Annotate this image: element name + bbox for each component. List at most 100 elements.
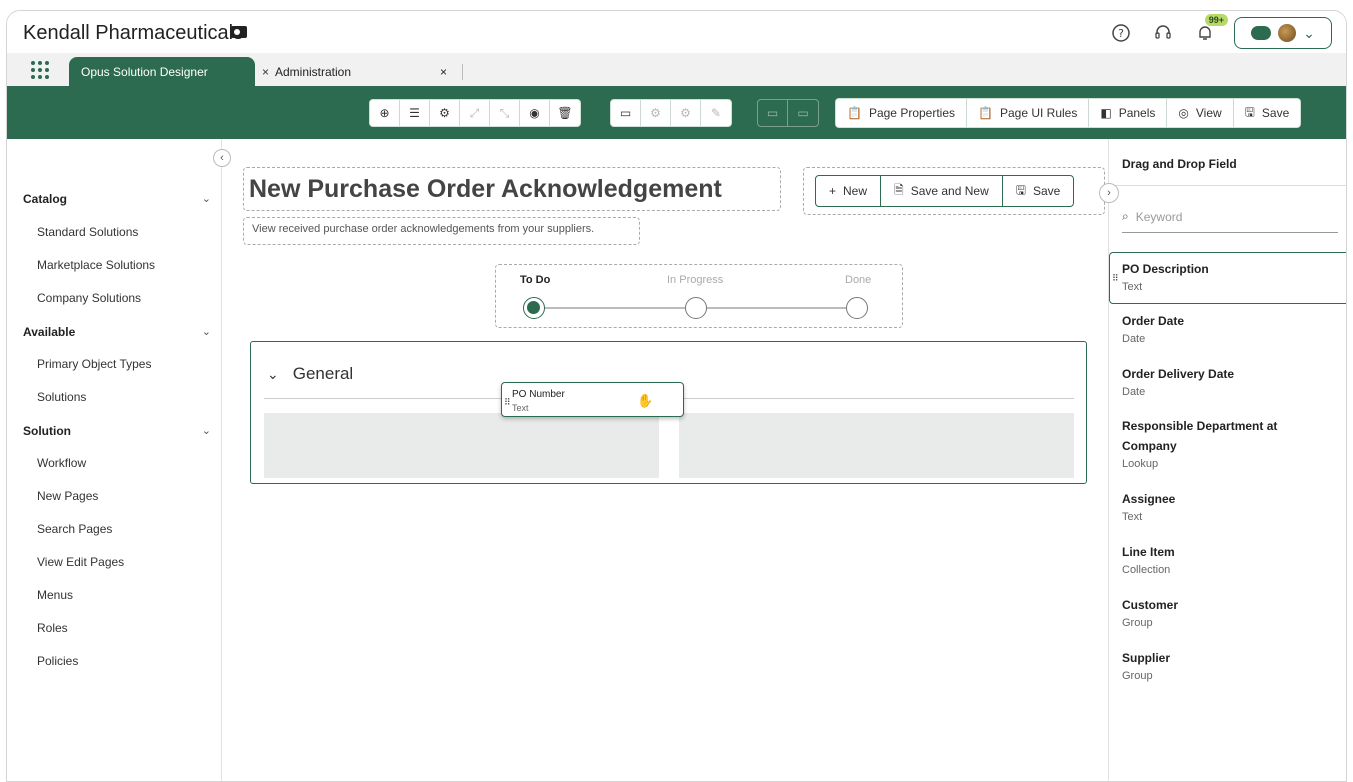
- field-type: Date: [1122, 333, 1146, 345]
- step-dot-done[interactable]: [846, 297, 868, 319]
- notification-bell-icon[interactable]: 99+: [1192, 14, 1228, 46]
- field-slot-right[interactable]: [679, 413, 1074, 478]
- nav-item-standard-solutions[interactable]: Standard Solutions: [37, 225, 138, 239]
- button-label: Page UI Rules: [999, 106, 1078, 120]
- nav-item-workflow[interactable]: Workflow: [37, 456, 86, 470]
- save-button[interactable]: 🖫 Save: [1234, 99, 1301, 127]
- nav-item-solutions[interactable]: Solutions: [37, 390, 86, 404]
- section-header[interactable]: ⌄ General: [267, 364, 353, 384]
- support-headset-icon[interactable]: [1150, 20, 1176, 46]
- help-icon[interactable]: ?: [1108, 20, 1134, 46]
- field-type: Lookup: [1122, 458, 1159, 470]
- save-page-button[interactable]: 🖫 Save: [1003, 176, 1074, 206]
- step-dot-in-progress[interactable]: [685, 297, 707, 319]
- nav-item-menus[interactable]: Menus: [37, 588, 73, 602]
- profile-menu-button[interactable]: ⌄: [1234, 17, 1332, 49]
- add-section-icon[interactable]: ⊕: [370, 100, 400, 126]
- field-type: Group: [1122, 670, 1153, 682]
- dragging-field-card[interactable]: ⠿ PO Number Text ✋: [501, 382, 684, 417]
- nav-item-marketplace-solutions[interactable]: Marketplace Solutions: [37, 258, 155, 272]
- field-name: Assignee: [1122, 492, 1176, 506]
- nav-item-view-edit-pages[interactable]: View Edit Pages: [37, 555, 124, 569]
- panels-button[interactable]: ◧ Panels: [1089, 99, 1168, 127]
- button-label: Panels: [1118, 106, 1156, 120]
- drag-handle-icon: ⠿: [1112, 273, 1118, 283]
- preview-eye-icon[interactable]: ◉: [520, 100, 550, 126]
- nav-item-roles[interactable]: Roles: [37, 621, 68, 635]
- field-name: Order Delivery Date: [1122, 367, 1235, 381]
- field-type: Text: [1122, 511, 1143, 523]
- field-item-order-date[interactable]: Order Date Date: [1122, 311, 1184, 345]
- remove-field-icon[interactable]: ▭: [788, 100, 818, 126]
- add-field-icon[interactable]: ▭: [611, 100, 641, 126]
- chevron-down-icon: ⌄: [201, 326, 211, 338]
- field-item-order-delivery-date[interactable]: Order Delivery Date Date: [1122, 364, 1234, 398]
- field-tools-group: ▭ ⚙ ⚙ ✎: [610, 99, 732, 127]
- tab-label: Opus Solution Designer: [81, 64, 208, 79]
- tab-opus-solution-designer[interactable]: Opus Solution Designer ×: [69, 57, 269, 86]
- tab-label: Administration: [275, 64, 352, 79]
- top-icons: ? 99+ ⌄: [1108, 14, 1332, 49]
- field-item-assignee[interactable]: Assignee Text: [1122, 489, 1175, 523]
- field-item-supplier[interactable]: Supplier Group: [1122, 648, 1170, 682]
- chevron-down-icon: ⌄: [201, 425, 211, 437]
- collapse-icon[interactable]: ⤡: [490, 100, 520, 126]
- expand-panel-button[interactable]: ›: [1099, 183, 1119, 203]
- step-label-to-do: To Do: [520, 274, 551, 286]
- new-button[interactable]: + New: [816, 176, 882, 206]
- chevron-down-icon: ⌄: [267, 365, 279, 382]
- save-and-new-button[interactable]: 🗎 Save and New: [881, 176, 1003, 206]
- keyword-search-input[interactable]: ⌕ Keyword: [1122, 201, 1338, 233]
- page-description[interactable]: View received purchase order acknowledge…: [252, 223, 594, 235]
- nav-item-company-solutions[interactable]: Company Solutions: [37, 291, 141, 305]
- layout-tools-group: ⊕ ☰ ⚙ ⤢ ⤡ ◉ 🗑: [369, 99, 581, 127]
- close-tab-icon[interactable]: ×: [440, 65, 447, 79]
- field-item-responsible-department[interactable]: Responsible Department at Company Lookup: [1122, 416, 1277, 470]
- app-launcher-icon[interactable]: [31, 61, 49, 79]
- field-slot-left[interactable]: [264, 413, 659, 478]
- field-item-customer[interactable]: Customer Group: [1122, 595, 1178, 629]
- panel-icon: ◧: [1100, 106, 1112, 120]
- field-item-line-item[interactable]: Line Item Collection: [1122, 542, 1175, 576]
- top-bar: Kendall Pharmaceuticals ? 99+ ⌄: [7, 11, 1346, 53]
- section-title: General: [292, 364, 354, 383]
- magic-wand-icon[interactable]: ✎: [701, 100, 731, 126]
- page-title[interactable]: New Purchase Order Acknowledgement: [249, 175, 722, 204]
- field-item-po-description[interactable]: ⠿ PO Description Text: [1109, 252, 1346, 304]
- cloud-upload-icon: [1251, 26, 1272, 40]
- expand-icon[interactable]: ⤢: [460, 100, 490, 126]
- search-icon: ⌕: [1122, 209, 1129, 223]
- edit-field-icon[interactable]: ▭: [758, 100, 788, 126]
- section-solution[interactable]: Solution ⌄: [23, 424, 211, 438]
- view-button[interactable]: ◎ View: [1167, 99, 1234, 127]
- section-catalog[interactable]: Catalog ⌄: [23, 192, 211, 206]
- section-available[interactable]: Available ⌄: [23, 325, 211, 339]
- button-label: Save: [1261, 106, 1290, 120]
- collapse-sidebar-button[interactable]: ‹: [213, 149, 231, 167]
- nav-item-policies[interactable]: Policies: [37, 654, 78, 668]
- disabled-tools-group: ▭ ▭: [757, 99, 819, 127]
- user-avatar: [1278, 24, 1297, 42]
- page-properties-button[interactable]: 📋 Page Properties: [836, 99, 968, 127]
- nav-item-search-pages[interactable]: Search Pages: [37, 522, 112, 536]
- tab-administration[interactable]: Administration ×: [263, 57, 463, 86]
- nav-item-primary-object-types[interactable]: Primary Object Types: [37, 357, 151, 371]
- svg-text:?: ?: [1118, 27, 1124, 40]
- field-name: PO Number: [512, 389, 565, 400]
- clipboard-rules-icon: 📋: [978, 106, 993, 120]
- nav-item-new-pages[interactable]: New Pages: [37, 489, 98, 503]
- add-row-icon[interactable]: ☰: [400, 100, 430, 126]
- camera-icon: [231, 26, 247, 38]
- step-label-in-progress: In Progress: [667, 274, 724, 286]
- chevron-down-icon: ⌄: [201, 193, 211, 205]
- delete-section-icon[interactable]: 🗑: [550, 100, 580, 126]
- page-tools-group: 📋 Page Properties 📋 Page UI Rules ◧ Panels …: [835, 98, 1302, 128]
- page-ui-rules-button[interactable]: 📋 Page UI Rules: [967, 99, 1090, 127]
- field-rules-icon[interactable]: ⚙: [671, 100, 701, 126]
- section-settings-icon[interactable]: ⚙: [430, 100, 460, 126]
- floppy-disk-icon: 🖫: [1244, 104, 1255, 119]
- field-settings-icon[interactable]: ⚙: [641, 100, 671, 126]
- clipboard-icon: 📋: [847, 106, 862, 120]
- step-dot-to-do[interactable]: [523, 297, 545, 319]
- drag-handle-icon: ⠿: [504, 397, 510, 407]
